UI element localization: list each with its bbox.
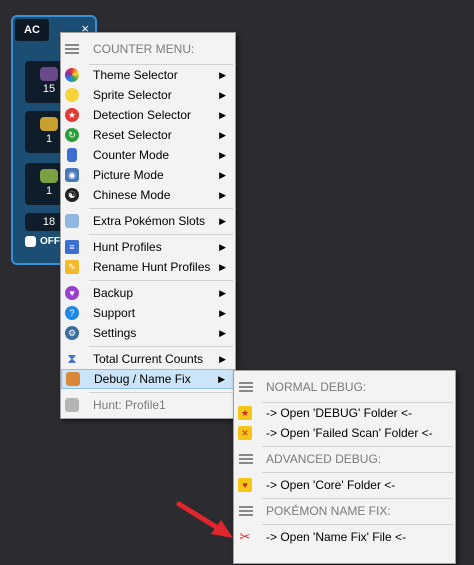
submenu-arrow-icon: ▶	[219, 287, 226, 298]
tools-icon: ✂	[239, 529, 251, 544]
menu-item-debug-name-fix[interactable]: Debug / Name Fix ▶	[61, 369, 235, 389]
star-badge-icon: ★	[65, 108, 79, 122]
menu-item-chinese-mode[interactable]: ☯ Chinese Mode ▶	[61, 185, 235, 205]
camera-icon: ◉	[65, 168, 79, 182]
submenu-arrow-icon: ▶	[219, 241, 226, 252]
submenu-arrow-icon: ▶	[219, 149, 226, 160]
slot-count: 1	[45, 185, 53, 197]
menu-item-backup[interactable]: ♥ Backup ▶	[61, 283, 235, 303]
menu-item-reset-selector[interactable]: ↻ Reset Selector ▶	[61, 125, 235, 145]
yin-yang-icon: ☯	[65, 188, 79, 202]
pokemon-sprite-icon	[40, 67, 58, 81]
counter-context-menu: COUNTER MENU: Theme Selector ▶ Sprite Se…	[60, 32, 236, 419]
submenu-arrow-icon: ▶	[219, 89, 226, 100]
menu-item-support[interactable]: ? Support ▶	[61, 303, 235, 323]
help-icon: ?	[65, 306, 79, 320]
pokemon-slots-icon	[65, 214, 79, 228]
toggle-checkbox[interactable]	[25, 236, 36, 247]
menu-item-theme-selector[interactable]: Theme Selector ▶	[61, 65, 235, 85]
open-failed-scan-folder-item[interactable]: ✕ -> Open 'Failed Scan' Folder <-	[234, 423, 455, 443]
submenu-header-advanced-debug: ADVANCED DEBUG:	[234, 449, 455, 469]
folder-x-icon: ✕	[238, 426, 252, 440]
menu-item-extra-slots[interactable]: Extra Pokémon Slots ▶	[61, 211, 235, 231]
submenu-arrow-icon: ▶	[219, 353, 226, 364]
submenu-arrow-icon: ▶	[219, 327, 226, 338]
toggle-label: OFF	[40, 236, 60, 247]
menu-icon	[239, 454, 253, 464]
pokemon-sprite-icon	[40, 169, 58, 183]
submenu-arrow-icon: ▶	[219, 307, 226, 318]
open-debug-folder-item[interactable]: ★ -> Open 'DEBUG' Folder <-	[234, 403, 455, 423]
submenu-arrow-icon: ▶	[219, 129, 226, 140]
menu-item-picture-mode[interactable]: ◉ Picture Mode ▶	[61, 165, 235, 185]
open-name-fix-file-item[interactable]: ✂ -> Open 'Name Fix' File <-	[234, 527, 455, 547]
user-icon	[65, 398, 79, 412]
menu-item-sprite-selector[interactable]: Sprite Selector ▶	[61, 85, 235, 105]
pikachu-icon	[65, 88, 79, 102]
heart-icon: ♥	[65, 286, 79, 300]
color-wheel-icon	[65, 68, 79, 82]
submenu-header-pokemon-name-fix: POKÉMON NAME FIX:	[234, 501, 455, 521]
menu-item-hunt-status: Hunt: Profile1	[61, 395, 235, 415]
menu-item-rename-hunt-profiles[interactable]: ✎ Rename Hunt Profiles ▶	[61, 257, 235, 277]
gear-icon: ⚙	[65, 326, 79, 340]
debug-submenu: NORMAL DEBUG: ★ -> Open 'DEBUG' Folder <…	[233, 370, 456, 564]
submenu-arrow-icon: ▶	[219, 169, 226, 180]
pokemon-debug-icon	[66, 372, 80, 386]
menu-item-detection-selector[interactable]: ★ Detection Selector ▶	[61, 105, 235, 125]
submenu-arrow-icon: ▶	[219, 69, 226, 80]
counter-toggle[interactable]: OFF	[25, 236, 60, 247]
total-count: 18	[42, 216, 56, 228]
counter-tab[interactable]: AC	[15, 19, 49, 41]
menu-icon	[239, 382, 253, 392]
list-icon: ≡	[65, 240, 79, 254]
pokemon-sprite-icon	[40, 117, 58, 131]
pencil-icon: ✎	[65, 260, 79, 274]
submenu-arrow-icon: ▶	[219, 189, 226, 200]
phone-icon	[67, 148, 77, 162]
refresh-icon: ↻	[65, 128, 79, 142]
submenu-arrow-icon: ▶	[219, 261, 226, 272]
slot-count: 15	[42, 83, 56, 95]
menu-header: COUNTER MENU:	[61, 39, 235, 59]
menu-icon	[65, 44, 79, 54]
submenu-arrow-icon: ▶	[219, 109, 226, 120]
submenu-arrow-icon: ▶	[218, 373, 225, 384]
hourglass-icon: ⧗	[67, 351, 77, 366]
submenu-arrow-icon: ▶	[219, 215, 226, 226]
red-pointer-arrow-icon	[176, 501, 233, 538]
menu-item-hunt-profiles[interactable]: ≡ Hunt Profiles ▶	[61, 237, 235, 257]
menu-icon	[239, 506, 253, 516]
folder-heart-icon: ♥	[238, 478, 252, 492]
folder-star-icon: ★	[238, 406, 252, 420]
submenu-header-normal-debug: NORMAL DEBUG:	[234, 377, 455, 397]
menu-item-total-current-counts[interactable]: ⧗ Total Current Counts ▶	[61, 349, 235, 369]
menu-item-counter-mode[interactable]: Counter Mode ▶	[61, 145, 235, 165]
menu-item-settings[interactable]: ⚙ Settings ▶	[61, 323, 235, 343]
slot-count: 1	[45, 133, 53, 145]
open-core-folder-item[interactable]: ♥ -> Open 'Core' Folder <-	[234, 475, 455, 495]
